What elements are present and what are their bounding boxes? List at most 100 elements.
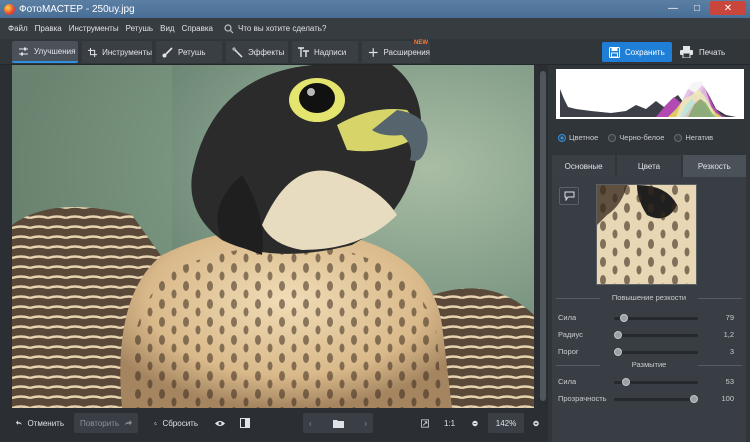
tab-colors[interactable]: Цвета — [617, 155, 681, 177]
tab-basic[interactable]: Основные — [552, 155, 616, 177]
undo-button[interactable]: Отменить — [10, 413, 70, 433]
reset-button[interactable]: Сбросить — [148, 413, 204, 433]
menu-file[interactable]: Файл — [8, 24, 28, 33]
window-controls: — □ ✕ — [662, 1, 746, 15]
tab-label: Эффекты — [248, 47, 285, 57]
eye-icon — [215, 420, 225, 426]
menu-bar: Файл Правка Инструменты Ретушь Вид Справ… — [0, 18, 750, 39]
save-icon — [609, 46, 620, 58]
zoom-level-field[interactable]: 142% — [488, 413, 524, 433]
title-bar: ФотоМАСТЕР - 250uy.jpg — □ ✕ — [0, 0, 750, 18]
slider-track[interactable] — [614, 314, 698, 322]
search-icon — [224, 23, 234, 33]
redo-button[interactable]: Повторить — [74, 413, 138, 433]
window-title: ФотоМАСТЕР - 250uy.jpg — [19, 3, 135, 15]
minimize-button[interactable]: — — [662, 1, 684, 15]
print-button[interactable]: Печать — [678, 42, 744, 62]
tab-label: Резкость — [697, 161, 731, 171]
mode-label: Негатив — [685, 133, 714, 142]
falcon-photo — [12, 65, 534, 408]
printer-icon — [680, 46, 693, 58]
blur-opacity-slider[interactable]: Прозрачность 100 — [558, 392, 742, 406]
photo-canvas[interactable] — [12, 65, 534, 408]
reset-label: Сбросить — [162, 418, 198, 428]
zoom-out-button[interactable] — [466, 413, 484, 433]
tab-retouch[interactable]: Ретушь — [156, 41, 222, 63]
blur-strength-slider[interactable]: Сила 53 — [558, 375, 742, 389]
tab-sharpness[interactable]: Резкость — [682, 155, 746, 177]
print-label: Печать — [699, 47, 726, 57]
undo-icon — [16, 420, 22, 425]
actual-size-button[interactable]: 1:1 — [438, 413, 462, 433]
bottom-bar: Отменить Повторить Сбросить ‹ › 1:1 142% — [0, 408, 550, 438]
fit-screen-button[interactable] — [415, 413, 435, 433]
preview-toggle-button[interactable] — [559, 187, 579, 205]
slider-track[interactable] — [614, 348, 698, 356]
scrollbar-thumb[interactable] — [540, 71, 546, 401]
zoom-in-icon — [533, 420, 539, 426]
sharpen-threshold-slider[interactable]: Порог 3 — [558, 345, 742, 359]
slider-handle[interactable] — [690, 395, 698, 403]
tab-extensions[interactable]: Расширения NEW — [362, 40, 430, 63]
redo-label: Повторить — [80, 418, 120, 428]
slider-handle[interactable] — [621, 378, 630, 386]
compare-button[interactable] — [234, 413, 256, 433]
slider-value: 53 — [725, 377, 734, 386]
reset-icon — [154, 421, 158, 425]
zoom-level: 142% — [495, 418, 517, 428]
mode-negative-radio[interactable]: Негатив — [674, 133, 713, 142]
menu-retouch[interactable]: Ретушь — [126, 24, 154, 33]
maximize-button[interactable]: □ — [686, 1, 708, 15]
sharpness-preview[interactable] — [596, 184, 697, 285]
redo-icon — [124, 419, 132, 426]
tab-tools[interactable]: Инструменты — [82, 41, 152, 63]
sharpen-radius-slider[interactable]: Радиус 1,2 — [558, 328, 742, 342]
zoom-in-button[interactable] — [527, 413, 545, 433]
plus-icon — [368, 47, 378, 57]
sliders-icon — [19, 47, 28, 55]
tab-label: Расширения — [383, 47, 430, 57]
menu-view[interactable]: Вид — [160, 24, 174, 33]
tab-label: Инструменты — [102, 47, 152, 57]
slider-handle[interactable] — [614, 331, 622, 339]
close-button[interactable]: ✕ — [710, 1, 746, 15]
slider-value: 3 — [729, 347, 734, 356]
navigation-group: ‹ › — [303, 413, 373, 433]
menu-tools[interactable]: Инструменты — [69, 24, 119, 33]
slider-track[interactable] — [614, 378, 698, 386]
mode-label: Цветное — [569, 133, 599, 142]
tab-captions[interactable]: Надписи — [292, 41, 358, 63]
sharpen-section-title: Повышение резкости — [552, 293, 746, 302]
slider-label: Сила — [558, 313, 577, 322]
tab-label: Ретушь — [178, 47, 206, 57]
tab-effects[interactable]: Эффекты — [226, 41, 288, 63]
sharpen-strength-slider[interactable]: Сила 79 — [558, 311, 742, 325]
fit-screen-icon — [421, 419, 429, 427]
mode-color-radio[interactable]: Цветное — [558, 133, 598, 142]
app-logo-icon — [4, 3, 15, 15]
slider-value: 79 — [725, 313, 734, 322]
mode-bw-radio[interactable]: Черно-белое — [608, 133, 664, 142]
next-image-icon[interactable]: › — [364, 419, 367, 428]
save-button[interactable]: Сохранить — [602, 42, 672, 62]
tab-enhancements[interactable]: Улучшения — [12, 41, 78, 63]
tab-label: Надписи — [314, 47, 347, 57]
menu-edit[interactable]: Правка — [35, 24, 62, 33]
sharpness-panel: Повышение резкости Сила 79 Радиус 1,2 По… — [552, 177, 746, 442]
slider-handle[interactable] — [620, 314, 629, 322]
canvas-scrollbar[interactable] — [538, 65, 548, 408]
prev-image-icon[interactable]: ‹ — [309, 419, 312, 428]
radio-dot — [674, 133, 683, 142]
canvas-area[interactable] — [0, 65, 538, 408]
slider-track[interactable] — [614, 331, 698, 339]
undo-label: Отменить — [27, 418, 64, 428]
preview-eye-button[interactable] — [209, 413, 231, 433]
menu-help[interactable]: Справка — [182, 24, 213, 33]
slider-value: 1,2 — [723, 330, 734, 339]
slider-handle[interactable] — [614, 348, 622, 356]
crop-icon — [88, 47, 98, 57]
slider-track[interactable] — [614, 395, 698, 403]
main-toolbar: Улучшения Инструменты Ретушь Эффекты Над… — [0, 39, 750, 65]
folder-icon[interactable] — [332, 419, 344, 428]
search-box[interactable]: Что вы хотите сделать? — [224, 23, 326, 34]
